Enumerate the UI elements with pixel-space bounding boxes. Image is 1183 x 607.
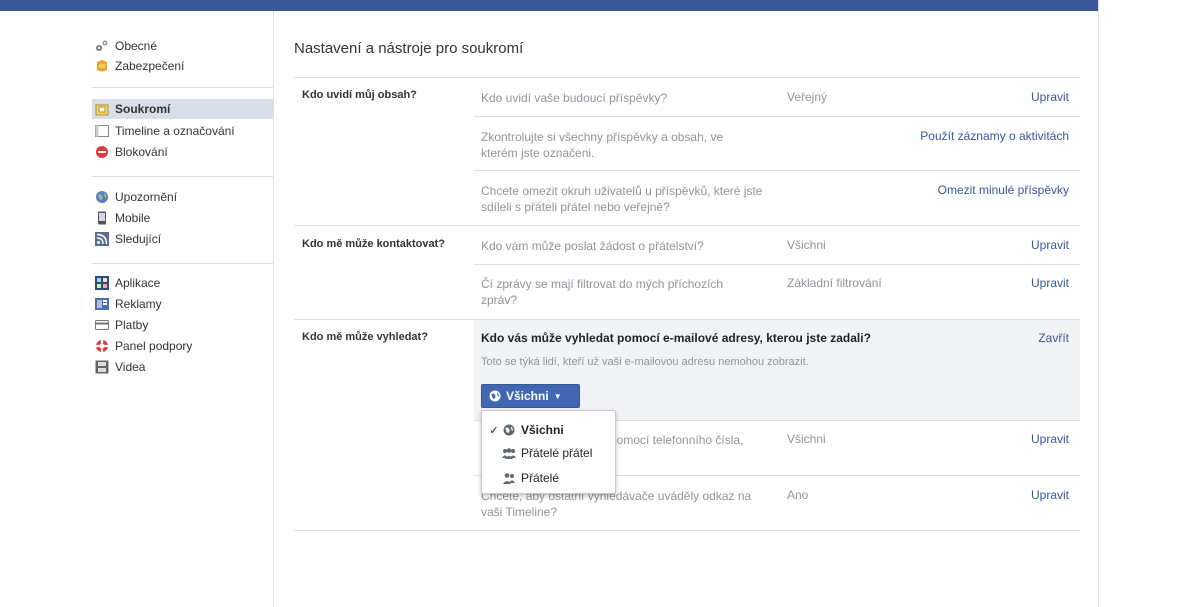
lock-icon	[95, 102, 109, 116]
expanded-description: Toto se týká lidí, kteří už vaši e-mailo…	[481, 356, 809, 368]
mobile-icon	[95, 211, 109, 225]
globe-icon	[95, 190, 109, 204]
setting-question: pomocí telefonního čísla,	[610, 433, 744, 447]
sidebar-item-label: Timeline a označování	[115, 124, 235, 138]
edit-link[interactable]: Upravit	[1031, 90, 1069, 104]
setting-value: Základní filtrování	[787, 276, 882, 290]
row-divider	[474, 264, 1080, 265]
audience-selector-label: Všichni	[506, 389, 549, 403]
timeline-icon	[95, 124, 109, 138]
sidebar-item-label: Obecné	[115, 39, 158, 53]
sidebar-item-notifications[interactable]: Upozornění	[92, 187, 274, 207]
sidebar-divider-vertical	[273, 11, 274, 607]
sidebar-item-label: Aplikace	[115, 276, 161, 290]
sidebar-item-label: Mobile	[115, 211, 151, 225]
top-bar	[0, 0, 1098, 11]
sidebar-item-security[interactable]: Zabezpečení	[92, 56, 274, 76]
sidebar-divider	[92, 87, 274, 88]
setting-question: Kdo vám může poslat žádost o přátelství?	[481, 239, 704, 253]
audience-option-friends-of-friends[interactable]: Přátelé přátel	[482, 442, 615, 464]
activity-log-link[interactable]: Použít záznamy o aktivitách	[920, 129, 1069, 143]
sidebar-item-label: Platby	[115, 318, 149, 332]
setting-question: Zkontrolujte si všechny příspěvky a obsa…	[481, 130, 724, 160]
page-title: Nastavení a nástroje pro soukromí	[294, 40, 524, 57]
setting-question: Chcete omezit okruh uživatelů u příspěvk…	[481, 184, 763, 214]
section-label-who-contacts: Kdo mě může kontaktovat?	[302, 238, 446, 250]
film-icon	[95, 360, 109, 374]
audience-option-label: Přátelé přátel	[521, 446, 593, 460]
sidebar-item-videos[interactable]: Videa	[92, 357, 274, 377]
apps-icon	[95, 276, 109, 290]
audience-option-label: Všichni	[521, 423, 564, 437]
sidebar-item-mobile[interactable]: Mobile	[92, 208, 274, 228]
sidebar-item-apps[interactable]: Aplikace	[92, 273, 274, 293]
audience-option-everyone[interactable]: ✓ Všichni	[482, 419, 615, 441]
globe-icon	[502, 424, 516, 436]
sidebar-divider	[92, 263, 274, 264]
row-divider	[474, 170, 1080, 171]
sidebar-item-label: Videa	[115, 360, 146, 374]
section-divider	[294, 77, 1080, 78]
row-divider	[474, 116, 1080, 117]
audience-option-friends[interactable]: Přátelé	[482, 467, 615, 489]
right-column	[1098, 0, 1183, 607]
edit-link[interactable]: Upravit	[1031, 488, 1069, 502]
sidebar-item-support-inbox[interactable]: Panel podpory	[92, 336, 274, 356]
sidebar-item-payments[interactable]: Platby	[92, 315, 274, 335]
close-link[interactable]: Zavřít	[1038, 331, 1069, 345]
card-icon	[95, 318, 109, 332]
globe-icon	[489, 390, 501, 402]
audience-selector-button[interactable]: Všichni ▼	[481, 384, 580, 408]
setting-value: Všichni	[787, 432, 826, 446]
checkmark-icon: ✓	[489, 424, 499, 437]
section-divider	[294, 530, 1080, 531]
expanded-question: Kdo vás může vyhledat pomocí e-mailové a…	[481, 331, 871, 345]
edit-link[interactable]: Upravit	[1031, 432, 1069, 446]
sidebar-item-label: Blokování	[115, 145, 168, 159]
section-label-who-sees: Kdo uvidí můj obsah?	[302, 89, 417, 101]
sidebar-item-ads[interactable]: Reklamy	[92, 294, 274, 314]
audience-dropdown-menu: ✓ Všichni Přátelé přátel Přátelé	[481, 410, 616, 494]
setting-question: Čí zprávy se mají filtrovat do mých příc…	[481, 277, 724, 307]
friends-icon	[502, 472, 516, 484]
block-icon	[95, 145, 109, 159]
edit-link[interactable]: Upravit	[1031, 276, 1069, 290]
gears-icon	[95, 39, 109, 53]
sidebar-item-label: Upozornění	[115, 190, 178, 204]
sidebar-item-followers[interactable]: Sledující	[92, 229, 274, 249]
audience-option-label: Přátelé	[521, 471, 560, 485]
ads-icon	[95, 297, 109, 311]
edit-link[interactable]: Upravit	[1031, 238, 1069, 252]
sidebar-item-privacy[interactable]: Soukromí	[92, 99, 274, 119]
sidebar-item-label: Soukromí	[115, 102, 171, 116]
setting-question-line2: vaši Timeline?	[481, 505, 558, 519]
setting-value: Všichni	[787, 238, 826, 252]
sidebar-item-general[interactable]: Obecné	[92, 36, 274, 56]
sidebar-item-label: Zabezpečení	[115, 59, 185, 73]
setting-question: Kdo uvidí vaše budoucí příspěvky?	[481, 91, 668, 105]
lifebuoy-icon	[95, 339, 109, 353]
sidebar-item-label: Sledující	[115, 232, 162, 246]
setting-value: Ano	[787, 488, 809, 502]
section-divider	[294, 225, 1080, 226]
sidebar-item-blocking[interactable]: Blokování	[92, 142, 274, 162]
friends-of-friends-icon	[502, 447, 516, 459]
sidebar-item-label: Panel podpory	[115, 339, 193, 353]
limit-past-posts-link[interactable]: Omezit minulé příspěvky	[938, 183, 1069, 197]
badge-icon	[95, 59, 109, 73]
sidebar-item-timeline-tagging[interactable]: Timeline a označování	[92, 121, 274, 141]
sidebar-item-label: Reklamy	[115, 297, 162, 311]
caret-down-icon: ▼	[553, 391, 562, 401]
section-label-who-finds: Kdo mě může vyhledat?	[302, 331, 428, 343]
sidebar-divider	[92, 176, 274, 177]
rss-icon	[95, 232, 109, 246]
setting-value: Veřejný	[787, 90, 828, 104]
